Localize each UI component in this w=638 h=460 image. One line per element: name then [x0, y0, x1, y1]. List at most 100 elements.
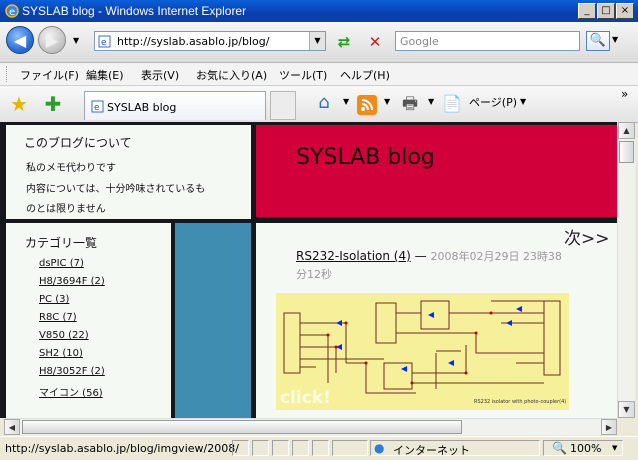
- status-bar: http://syslab.asablo.jp/blog/imgview/200…: [0, 436, 638, 460]
- back-arrow-icon: ◀: [13, 31, 27, 50]
- menu-grip: [6, 66, 9, 82]
- status-panel-1: [232, 440, 249, 456]
- maximize-button[interactable]: □: [597, 3, 615, 19]
- about-heading: このブログについて: [24, 136, 132, 150]
- menu-file[interactable]: ファイル(F): [20, 67, 79, 83]
- status-panel-3: [272, 440, 289, 456]
- forward-arrow-icon: ▶: [45, 31, 59, 50]
- category-link-sh2[interactable]: SH2 (10): [39, 348, 105, 359]
- vertical-scroll-thumb[interactable]: [619, 141, 634, 163]
- category-box: カテゴリ一覧 dsPIC (7) H8/3694F (2) PC (3) R8C…: [6, 223, 171, 418]
- click-overlay-text: click!: [280, 388, 331, 408]
- category-link-h8-3694f[interactable]: H8/3694F (2): [39, 276, 105, 287]
- blog-header: SYSLAB blog: [256, 125, 617, 217]
- back-button[interactable]: ◀: [6, 26, 34, 54]
- home-dropdown-icon[interactable]: ▼: [343, 97, 349, 106]
- ie-logo-icon: e: [5, 4, 19, 18]
- zoom-panel[interactable]: 🔍 100% ▼: [543, 440, 623, 456]
- page-viewport: このブログについて 私のメモ代わりです 内容については、十分吟味されているも の…: [0, 122, 617, 418]
- globe-icon: ●: [374, 441, 385, 455]
- menu-bar: ファイル(F) 編集(E) 表示(V) お気に入り(A) ツール(T) ヘルプ(…: [0, 63, 638, 86]
- zoom-dropdown-icon[interactable]: ▼: [612, 444, 617, 452]
- side-color-column: [175, 223, 251, 418]
- scroll-up-icon[interactable]: ▲: [618, 122, 635, 139]
- address-dropdown-icon[interactable]: ▼: [309, 32, 325, 50]
- tab-page-icon: e: [91, 100, 104, 113]
- page-menu-label[interactable]: ページ(P): [469, 94, 517, 110]
- tab-label: SYSLAB blog: [107, 101, 177, 114]
- new-tab-button[interactable]: [270, 91, 296, 120]
- category-list: dsPIC (7) H8/3694F (2) PC (3) R8C (7) V8…: [39, 258, 105, 406]
- category-link-dspic[interactable]: dsPIC (7): [39, 258, 105, 269]
- search-button[interactable]: 🔍: [586, 31, 610, 51]
- page-menu-icon[interactable]: 📄: [441, 93, 463, 115]
- category-link-microcontroller[interactable]: マイコン (56): [39, 384, 105, 399]
- forward-button[interactable]: ▶: [38, 26, 66, 54]
- search-box[interactable]: Google: [395, 31, 580, 51]
- feed-dropdown-icon[interactable]: ▼: [384, 97, 390, 106]
- stop-icon[interactable]: ✕: [364, 31, 386, 53]
- vertical-scrollbar[interactable]: ▲ ▼: [617, 122, 635, 418]
- search-options-dropdown-icon[interactable]: ▼: [612, 35, 618, 44]
- print-icon[interactable]: 🖶: [399, 93, 421, 115]
- menu-help[interactable]: ヘルプ(H): [340, 67, 390, 83]
- security-zone-panel[interactable]: ● インターネット: [370, 440, 540, 457]
- blog-title[interactable]: SYSLAB blog: [296, 145, 435, 170]
- close-button[interactable]: ×: [616, 3, 634, 19]
- horizontal-scroll-thumb[interactable]: [22, 420, 462, 434]
- page-icon: e: [98, 35, 111, 48]
- about-line-2: 内容については、十分吟味されているも: [26, 184, 206, 195]
- post-title-line: RS232-Isolation (4) — 2008年02月29日 23時38: [296, 248, 562, 264]
- category-link-v850[interactable]: V850 (22): [39, 330, 105, 341]
- category-heading: カテゴリ一覧: [25, 236, 98, 250]
- menu-edit[interactable]: 編集(E): [86, 67, 124, 83]
- window-title: SYSLAB blog - Windows Internet Explorer: [22, 4, 247, 18]
- svg-text:e: e: [9, 7, 15, 18]
- status-url: http://syslab.asablo.jp/blog/imgview/200…: [5, 442, 239, 455]
- about-box: このブログについて 私のメモ代わりです 内容については、十分吟味されているも の…: [6, 125, 251, 219]
- category-link-r8c[interactable]: R8C (7): [39, 312, 105, 323]
- recent-pages-dropdown-icon[interactable]: ▼: [73, 36, 79, 45]
- post-date: 2008年02月29日 23時38: [430, 250, 562, 263]
- rss-feed-icon[interactable]: [357, 95, 377, 115]
- zoom-level: 100%: [570, 442, 602, 455]
- category-link-h8-3052f[interactable]: H8/3052F (2): [39, 366, 105, 377]
- page-dropdown-icon[interactable]: ▼: [520, 97, 526, 106]
- scroll-left-icon[interactable]: ◀: [4, 419, 20, 435]
- home-icon[interactable]: ⌂: [313, 92, 335, 114]
- address-input[interactable]: http://syslab.asablo.jp/blog/: [117, 35, 269, 48]
- status-panel-2: [252, 440, 269, 456]
- scroll-right-icon[interactable]: ▶: [601, 419, 617, 435]
- svg-text:e: e: [94, 103, 100, 113]
- command-bar: ★ ✚ e SYSLAB blog ⌂ ▼ ▼ 🖶 ▼ 📄 ページ(P) ▼ »: [0, 86, 638, 123]
- search-input[interactable]: Google: [400, 35, 439, 48]
- search-icon: 🔍: [589, 33, 607, 48]
- menu-favorites[interactable]: お気に入り(A): [196, 67, 267, 83]
- refresh-icon[interactable]: ⇄: [333, 31, 355, 53]
- post-title-link[interactable]: RS232-Isolation (4): [296, 249, 411, 263]
- print-dropdown-icon[interactable]: ▼: [428, 97, 434, 106]
- title-bar: e SYSLAB blog - Windows Internet Explore…: [0, 0, 638, 22]
- about-line-3: のとは限りません: [26, 204, 106, 215]
- menu-view[interactable]: 表示(V): [141, 67, 179, 83]
- scroll-down-icon[interactable]: ▼: [618, 401, 635, 418]
- status-panel-4: [292, 440, 309, 456]
- horizontal-scrollbar[interactable]: ◀ ▶: [4, 418, 617, 435]
- security-zone-label: インターネット: [393, 444, 470, 457]
- tab-syslab-blog[interactable]: e SYSLAB blog: [84, 91, 266, 120]
- chevron-more-icon[interactable]: »: [621, 87, 628, 101]
- minimize-button[interactable]: _: [578, 3, 596, 19]
- category-link-pc[interactable]: PC (3): [39, 294, 105, 305]
- favorites-star-icon[interactable]: ★: [8, 93, 30, 115]
- menu-tools[interactable]: ツール(T): [279, 67, 327, 83]
- post-title-dash: —: [410, 249, 431, 263]
- add-favorite-icon[interactable]: ✚: [42, 93, 64, 115]
- navigation-bar: ◀ ▶ ▼ e http://syslab.asablo.jp/blog/ ▼ …: [0, 22, 638, 63]
- schematic-image[interactable]: click! RS232 isolator with photo-coupler…: [276, 293, 569, 410]
- post-area: 次>> RS232-Isolation (4) — 2008年02月29日 23…: [256, 223, 617, 418]
- next-link[interactable]: 次>>: [564, 224, 610, 249]
- status-panel-6: [332, 440, 368, 456]
- status-panel-5: [312, 440, 329, 456]
- address-bar[interactable]: e http://syslab.asablo.jp/blog/ ▼: [94, 31, 326, 51]
- zoom-magnifier-icon: 🔍: [552, 441, 567, 455]
